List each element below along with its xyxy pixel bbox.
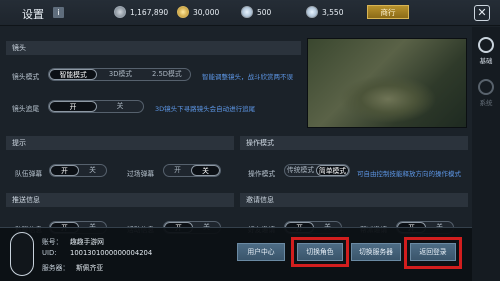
tips-section-header: 提示 — [6, 136, 234, 150]
queue-barrage-toggle: 开 关 — [49, 164, 107, 177]
avatar[interactable] — [10, 232, 34, 276]
side-tab-bar: 基础 系统 — [472, 27, 500, 281]
queue-barrage-on[interactable]: 开 — [50, 165, 79, 176]
bound-diamond-icon — [306, 6, 318, 18]
uid-label: UID: — [42, 249, 57, 257]
cutscene-barrage-toggle: 开 关 — [163, 164, 221, 177]
camera-follow-hint: 3D镜头下寻路镜头会自动进行追尾 — [155, 105, 256, 113]
account-label: 账号： — [42, 238, 63, 246]
cutscene-barrage-off[interactable]: 关 — [191, 165, 220, 176]
tab-basic[interactable]: 基础 — [472, 37, 500, 75]
camera-mode-25d[interactable]: 2.5D模式 — [144, 69, 190, 80]
uid-value: 1001301000000004204 — [70, 249, 153, 257]
operation-mode-simple[interactable]: 简单模式 — [316, 165, 349, 176]
gold-coin-icon — [177, 6, 189, 18]
invite-section-header: 邀请信息 — [240, 193, 468, 207]
tab-system[interactable]: 系统 — [472, 79, 500, 117]
account-value: 趣趣手游网 — [70, 238, 104, 246]
operation-mode-label: 操作模式 — [248, 170, 276, 178]
tab-basic-label: 基础 — [479, 57, 493, 65]
camera-mode-smart[interactable]: 智能模式 — [49, 69, 98, 80]
camera-mode-label: 镜头模式 — [12, 73, 40, 81]
page-title: 设置 — [22, 8, 44, 21]
push-section-header: 推送信息 — [6, 193, 234, 207]
camera-mode-hint: 智能调整镜头，战斗欣赏两不误 — [202, 73, 293, 81]
switch-role-button[interactable]: 切换角色 — [297, 243, 343, 261]
operation-mode-traditional[interactable]: 传统模式 — [285, 165, 316, 176]
diamond-value: 500 — [257, 8, 272, 17]
back-login-button[interactable]: 返回登录 — [410, 243, 456, 261]
switch-server-button[interactable]: 切换服务器 — [351, 243, 401, 261]
gear-icon — [478, 37, 494, 53]
server-label: 服务器： — [42, 264, 70, 272]
camera-preview-image — [307, 38, 467, 128]
info-icon[interactable]: i — [53, 7, 64, 18]
camera-follow-label: 镜头追尾 — [12, 105, 40, 113]
operation-section-header: 操作模式 — [240, 136, 468, 150]
gold-coin-value: 30,000 — [193, 8, 220, 17]
camera-follow-off[interactable]: 关 — [97, 101, 143, 112]
queue-barrage-label: 队伍弹幕 — [15, 170, 43, 178]
camera-section-header: 镜头 — [6, 41, 301, 55]
cutscene-barrage-on[interactable]: 开 — [164, 165, 191, 176]
queue-barrage-off[interactable]: 关 — [79, 165, 106, 176]
bound-diamond-value: 3,550 — [322, 8, 344, 17]
server-value: 斯佩齐亚 — [76, 264, 104, 272]
silver-coin-icon — [114, 6, 126, 18]
camera-mode-3d[interactable]: 3D模式 — [97, 69, 143, 80]
close-icon[interactable]: ✕ — [474, 5, 490, 21]
operation-mode-hint: 可自由控制技能释放方向的操作模式 — [357, 170, 461, 178]
camera-follow-toggle: 开 关 — [48, 100, 144, 113]
camera-mode-selector: 智能模式 3D模式 2.5D模式 — [48, 68, 191, 81]
operation-mode-selector: 传统模式 简单模式 — [284, 164, 350, 177]
diamond-icon — [241, 6, 253, 18]
user-center-button[interactable]: 用户中心 — [237, 243, 285, 261]
system-icon — [478, 79, 494, 95]
cutscene-barrage-label: 过场弹幕 — [127, 170, 155, 178]
tab-system-label: 系统 — [479, 99, 493, 107]
shop-button[interactable]: 商行 — [367, 5, 409, 19]
silver-coin-value: 1,167,890 — [130, 8, 169, 17]
camera-follow-on[interactable]: 开 — [49, 101, 97, 112]
